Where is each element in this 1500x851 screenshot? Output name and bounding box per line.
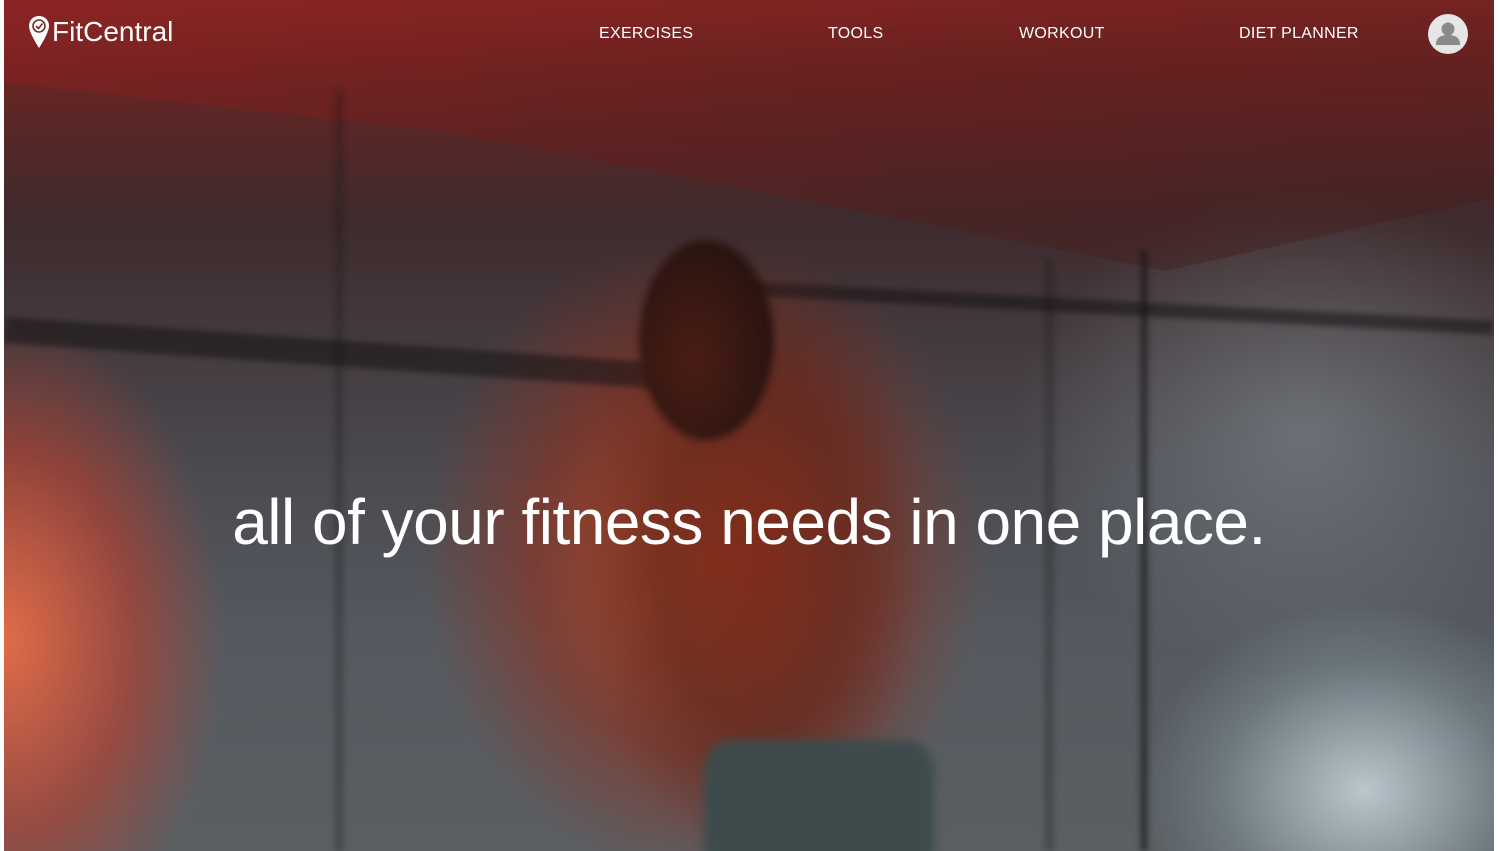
wall-seam <box>334 90 344 851</box>
nav-workout-link[interactable]: WORKOUT <box>1019 24 1105 44</box>
map-pin-logo-icon <box>28 15 50 49</box>
nav-diet-planner-link[interactable]: DIET PLANNER <box>1239 24 1359 44</box>
boxer-head <box>639 240 774 440</box>
hero-tagline: all of your fitness needs in one place. <box>232 486 1266 558</box>
top-navigation: FitCentral EXERCISES TOOLS WORKOUT DIET … <box>4 0 1494 70</box>
page: FitCentral EXERCISES TOOLS WORKOUT DIET … <box>4 0 1494 851</box>
boxer-shorts <box>704 740 934 851</box>
user-avatar-icon <box>1436 22 1460 45</box>
nav-exercises-link[interactable]: EXERCISES <box>599 24 693 44</box>
nav-tools-link[interactable]: TOOLS <box>828 24 883 44</box>
hero-background-image <box>4 0 1494 851</box>
brand-name: FitCentral <box>52 16 174 47</box>
user-avatar-button[interactable] <box>1428 14 1468 54</box>
brand-logo[interactable]: FitCentral <box>28 14 173 50</box>
